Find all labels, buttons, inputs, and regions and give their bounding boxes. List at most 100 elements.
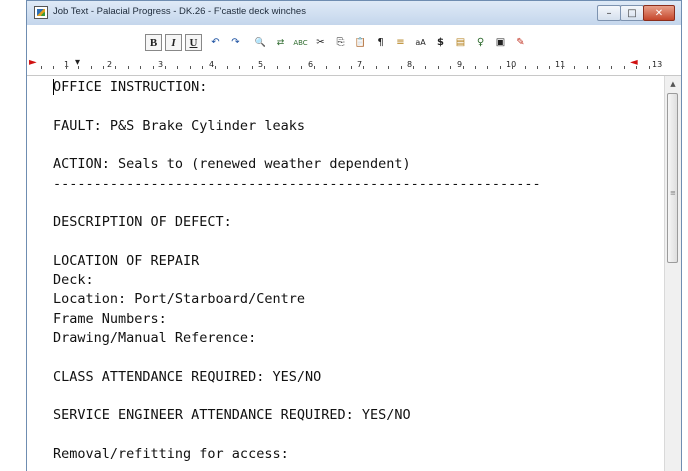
document-line[interactable]: ACTION: Seals to (renewed weather depend…	[53, 156, 411, 172]
ruler-tick	[78, 66, 79, 69]
symbol-icon[interactable]: ♀	[472, 34, 489, 51]
ruler-label: 6	[308, 60, 314, 69]
grip-icon: ≡	[670, 189, 676, 197]
ruler-tick	[401, 66, 402, 69]
ruler-label: 4	[209, 60, 215, 69]
paste-icon[interactable]: 📋	[352, 34, 369, 51]
ruler-tick	[239, 66, 240, 69]
search-group: 🔍 ⇄ ABC	[252, 34, 309, 51]
ruler-tick	[587, 66, 588, 69]
document-line[interactable]: SERVICE ENGINEER ATTENDANCE REQUIRED: YE…	[53, 407, 411, 423]
ruler-tick	[525, 66, 526, 69]
ruler-label: 5	[258, 60, 264, 69]
ruler-tick	[500, 66, 501, 69]
title-bar[interactable]: Job Text - Palacial Progress - DK.26 - F…	[27, 1, 681, 25]
maximize-button[interactable]: □	[620, 5, 644, 21]
find-icon[interactable]: 🔍	[252, 34, 269, 51]
italic-button[interactable]: I	[165, 34, 182, 51]
ruler-tick	[562, 66, 563, 69]
undo-group: ↶ ↷	[207, 34, 244, 51]
bold-button[interactable]: B	[145, 34, 162, 51]
ruler-tick	[91, 66, 92, 69]
undo-icon[interactable]: ↶	[207, 34, 224, 51]
ruler-tick	[450, 66, 451, 69]
ruler-tick	[165, 66, 166, 69]
ruler-tick	[463, 66, 464, 69]
close-button[interactable]: ✕	[643, 5, 675, 21]
ruler-tick	[599, 66, 600, 69]
dollar-icon[interactable]: $	[432, 34, 449, 51]
ruler-tick	[128, 66, 129, 69]
document-line[interactable]: FAULT: P&S Brake Cylinder leaks	[53, 118, 305, 134]
ruler-tick	[190, 66, 191, 69]
document-line[interactable]: DESCRIPTION OF DEFECT:	[53, 214, 232, 230]
ruler-tick	[227, 66, 228, 69]
document-line[interactable]: Drawing/Manual Reference:	[53, 330, 256, 346]
ruler-tick	[66, 66, 67, 69]
ruler-tick	[252, 66, 253, 69]
document-line[interactable]: ----------------------------------------…	[53, 176, 541, 192]
ruler-tick	[202, 66, 203, 69]
ruler-tick	[177, 66, 178, 69]
ruler-tick	[413, 66, 414, 69]
ruler-tick	[53, 66, 54, 69]
case-icon[interactable]: aA	[412, 34, 429, 51]
pilcrow-icon[interactable]: ¶	[372, 34, 389, 51]
image-icon[interactable]: ▣	[492, 34, 509, 51]
ruler-tick	[537, 66, 538, 69]
ruler-tick	[363, 66, 364, 69]
ruler-tick	[326, 66, 327, 69]
ruler-tick	[574, 66, 575, 69]
ruler-tick	[611, 66, 612, 69]
copy-icon[interactable]: ⎘	[332, 34, 349, 51]
clipboard-group: ✂ ⎘ 📋	[312, 34, 369, 51]
ruler-tick	[153, 66, 154, 69]
ruler-tick	[264, 66, 265, 69]
job-text-window: Job Text - Palacial Progress - DK.26 - F…	[26, 0, 682, 471]
paragraph-group: ¶ ≡ aA	[372, 34, 429, 51]
ruler-scale: ► ▾ ◄ 1 2 3 4 5 6 7 8 9 10 11 13	[27, 55, 681, 75]
left-indent-marker[interactable]: ►	[29, 58, 37, 68]
window-controls: – □ ✕	[597, 5, 675, 21]
document-line[interactable]: Removal/refitting for access:	[53, 446, 289, 462]
spellcheck-icon[interactable]: ABC	[292, 34, 309, 51]
underline-button[interactable]: U	[185, 34, 202, 51]
document-line[interactable]: Location: Port/Starboard/Centre	[53, 291, 305, 307]
ruler-label: 13	[652, 60, 663, 69]
redo-icon[interactable]: ↷	[227, 34, 244, 51]
minimize-button[interactable]: –	[597, 5, 621, 21]
ruler[interactable]: ► ▾ ◄ 1 2 3 4 5 6 7 8 9 10 11 13	[27, 55, 681, 76]
document-editor[interactable]: OFFICE INSTRUCTION: FAULT: P&S Brake Cyli…	[27, 76, 664, 471]
ruler-tick	[314, 66, 315, 69]
ruler-label: 2	[107, 60, 113, 69]
ruler-tick	[351, 66, 352, 69]
ruler-tick	[475, 66, 476, 69]
scroll-thumb[interactable]: ≡	[667, 93, 678, 263]
vertical-scrollbar[interactable]: ▲ ≡	[664, 76, 681, 471]
app-icon[interactable]	[34, 6, 48, 19]
document-line[interactable]: LOCATION OF REPAIR	[53, 253, 199, 269]
insert-icon[interactable]: ▤	[452, 34, 469, 51]
tools-group: $ ▤ ♀ ▣ ✎	[432, 34, 529, 51]
ruler-tick	[549, 66, 550, 69]
ruler-tick	[487, 66, 488, 69]
replace-icon[interactable]: ⇄	[272, 34, 289, 51]
ruler-tick	[140, 66, 141, 69]
document-line[interactable]: Frame Numbers:	[53, 311, 167, 327]
document-line[interactable]: Deck:	[53, 272, 94, 288]
ruler-label: 7	[357, 60, 363, 69]
ruler-tick	[388, 66, 389, 69]
ruler-tick	[301, 66, 302, 69]
document-line[interactable]: OFFICE INSTRUCTION:	[53, 79, 207, 95]
ruler-tick	[215, 66, 216, 69]
ruler-tick	[438, 66, 439, 69]
ruler-label: 9	[457, 60, 463, 69]
format-group: B I U	[145, 34, 202, 51]
cut-icon[interactable]: ✂	[312, 34, 329, 51]
scroll-up-arrow[interactable]: ▲	[665, 76, 681, 92]
edit-icon[interactable]: ✎	[512, 34, 529, 51]
ruler-tick	[624, 66, 625, 69]
ruler-tick	[115, 66, 116, 69]
document-line[interactable]: CLASS ATTENDANCE REQUIRED: YES/NO	[53, 369, 321, 385]
style-icon[interactable]: ≡	[392, 34, 409, 51]
